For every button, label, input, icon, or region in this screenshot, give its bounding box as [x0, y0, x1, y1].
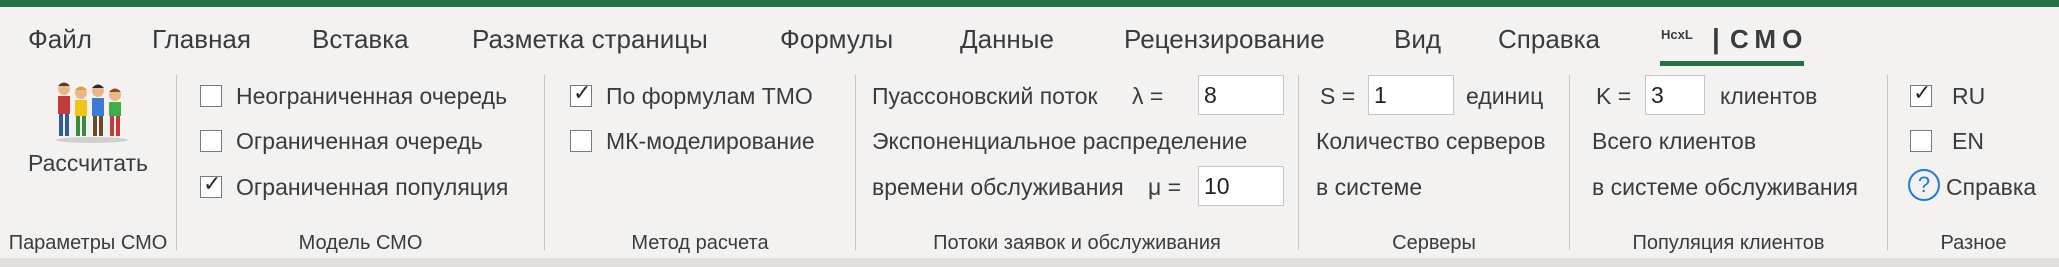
ru-language-label: RU	[1952, 83, 1986, 109]
calculate-button[interactable]: Рассчитать	[18, 78, 158, 188]
checkmark-icon: ✓	[203, 171, 222, 196]
group-separator	[855, 75, 856, 250]
en-language-label: EN	[1952, 128, 1984, 154]
lambda-input[interactable]: 8	[1198, 75, 1284, 115]
tmo-formulas-label: По формулам ТМО	[606, 83, 813, 109]
group-label-servers: Серверы	[1392, 232, 1476, 254]
tmo-formulas-checkbox[interactable]: ✓	[570, 80, 592, 107]
group-label-misc: Разное	[1940, 232, 2007, 254]
limited-queue-checkbox[interactable]	[200, 130, 222, 152]
ru-language-checkbox[interactable]: ✓	[1910, 80, 1932, 107]
ribbon-bottom-border	[0, 258, 2059, 267]
exp-distribution-label: Экспоненциальное распределение	[872, 128, 1248, 154]
lambda-symbol: λ =	[1132, 83, 1164, 109]
tab-help[interactable]: Справка	[1498, 17, 1600, 61]
k-symbol: K =	[1596, 83, 1632, 109]
tab-formulas[interactable]: Формулы	[780, 17, 893, 61]
group-separator	[1569, 75, 1570, 250]
mu-symbol: μ =	[1148, 174, 1182, 200]
en-language-checkbox[interactable]	[1910, 130, 1932, 152]
group-label-params: Параметры СМО	[8, 232, 168, 254]
group-label-flows: Потоки заявок и обслуживания	[933, 232, 1221, 254]
tab-view[interactable]: Вид	[1394, 17, 1441, 61]
checkmark-icon: ✓	[1913, 80, 1932, 105]
tab-home[interactable]: Главная	[152, 17, 251, 61]
smo-tab-separator: |	[1712, 23, 1720, 54]
calculate-button-label: Рассчитать	[28, 150, 149, 176]
s-symbol: S =	[1320, 83, 1356, 109]
tab-smo[interactable]: СМО	[1730, 17, 1808, 61]
unlimited-queue-label: Неограниченная очередь	[236, 83, 508, 109]
servers-input[interactable]: 1	[1368, 75, 1454, 115]
group-separator	[176, 75, 177, 250]
group-separator	[1298, 75, 1299, 250]
mc-modeling-checkbox[interactable]	[570, 130, 592, 152]
people-queue-icon	[56, 82, 128, 143]
help-icon[interactable]: ?	[1908, 169, 1940, 201]
group-label-model: Модель СМО	[298, 232, 423, 254]
total-clients-label: Всего клиентов	[1592, 128, 1757, 154]
group-separator	[544, 75, 545, 250]
tab-page-layout[interactable]: Разметка страницы	[472, 17, 708, 61]
limited-population-label: Ограниченная популяция	[236, 174, 509, 200]
limited-population-checkbox[interactable]: ✓	[200, 171, 222, 198]
tab-data[interactable]: Данные	[960, 17, 1054, 61]
title-bar-strip	[0, 0, 2059, 7]
servers-count-label: Количество серверов	[1316, 128, 1546, 154]
servers-unit-label: единиц	[1466, 83, 1544, 109]
servers-in-system-label: в системе	[1316, 174, 1423, 200]
clients-unit-label: клиентов	[1720, 83, 1818, 109]
tab-review[interactable]: Рецензирование	[1124, 17, 1325, 61]
mu-input[interactable]: 10	[1198, 166, 1284, 206]
smo-tab-logo-icon: HcxL	[1661, 27, 1693, 42]
group-separator	[1887, 75, 1888, 250]
limited-queue-label: Ограниченная очередь	[236, 128, 483, 154]
service-time-label: времени обслуживания	[872, 174, 1124, 200]
unlimited-queue-checkbox[interactable]	[200, 85, 222, 107]
active-tab-indicator	[1660, 61, 1804, 66]
clients-input[interactable]: 3	[1645, 75, 1705, 115]
clients-in-system-label: в системе обслуживания	[1592, 174, 1858, 200]
help-link[interactable]: Справка	[1946, 172, 2036, 202]
poisson-flow-label: Пуассоновский поток	[872, 83, 1098, 109]
tab-file[interactable]: Файл	[28, 17, 92, 61]
checkmark-icon: ✓	[573, 80, 592, 105]
group-label-method: Метод расчета	[631, 232, 769, 254]
mc-modeling-label: МК-моделирование	[606, 128, 815, 154]
group-label-population: Популяция клиентов	[1632, 232, 1825, 254]
tab-insert[interactable]: Вставка	[312, 17, 409, 61]
ribbon-tabs: Файл Главная Вставка Разметка страницы Ф…	[0, 7, 2059, 73]
